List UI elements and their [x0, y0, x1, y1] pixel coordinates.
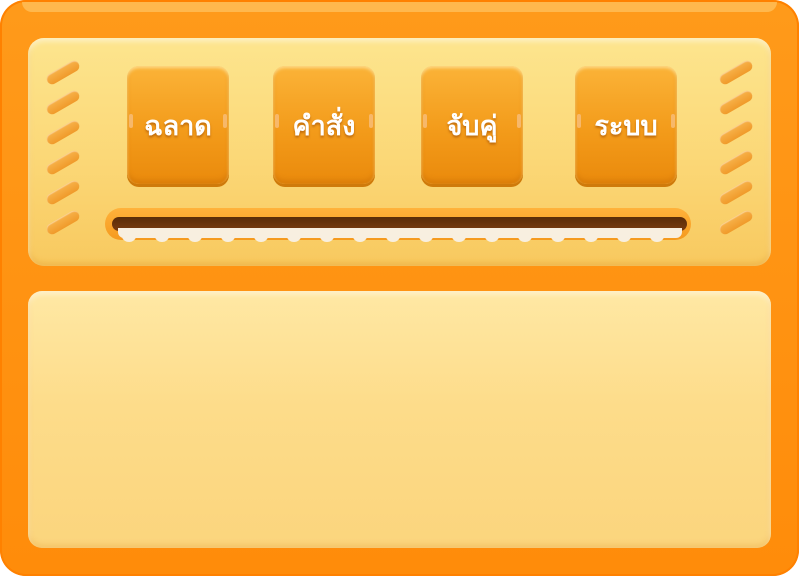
rail-scallop	[551, 234, 565, 242]
rail-scallop	[188, 234, 202, 242]
frame-highlight	[22, 2, 777, 12]
rail-scallop	[386, 234, 400, 242]
rail-scallop	[617, 234, 631, 242]
rail-scallop	[353, 234, 367, 242]
rail-scallop	[155, 234, 169, 242]
button-rivet	[423, 114, 427, 128]
menu-button-smart[interactable]: ฉลาด	[127, 66, 229, 184]
button-rivet	[671, 114, 675, 128]
rail-scallop	[254, 234, 268, 242]
rail-scallop-edge	[118, 234, 682, 242]
button-rivet	[369, 114, 373, 128]
menu-button-commands[interactable]: คำสั่ง	[273, 66, 375, 184]
rail-scallop	[452, 234, 466, 242]
menu-button-label: ระบบ	[594, 110, 658, 142]
rail-scallop	[518, 234, 532, 242]
rail-scallop	[221, 234, 235, 242]
rail-scallop	[287, 234, 301, 242]
rail-scallop	[485, 234, 499, 242]
button-rivet	[275, 114, 279, 128]
button-rivet	[517, 114, 521, 128]
rail-scallop	[584, 234, 598, 242]
button-rivet	[223, 114, 227, 128]
rail-scallop	[650, 234, 664, 242]
button-rivet	[577, 114, 581, 128]
menu-button-match[interactable]: จับคู่	[421, 66, 523, 184]
content-panel	[28, 291, 771, 548]
menu-button-system[interactable]: ระบบ	[575, 66, 677, 184]
game-menu-frame: ฉลาด คำสั่ง จับคู่ ระบบ	[0, 0, 799, 576]
rail-scallop	[419, 234, 433, 242]
menu-button-label: จับคู่	[446, 110, 498, 142]
button-rivet	[129, 114, 133, 128]
rail-scallop	[122, 234, 136, 242]
menu-button-label: ฉลาด	[144, 110, 212, 142]
rail-scallop	[320, 234, 334, 242]
menu-button-label: คำสั่ง	[292, 110, 356, 142]
